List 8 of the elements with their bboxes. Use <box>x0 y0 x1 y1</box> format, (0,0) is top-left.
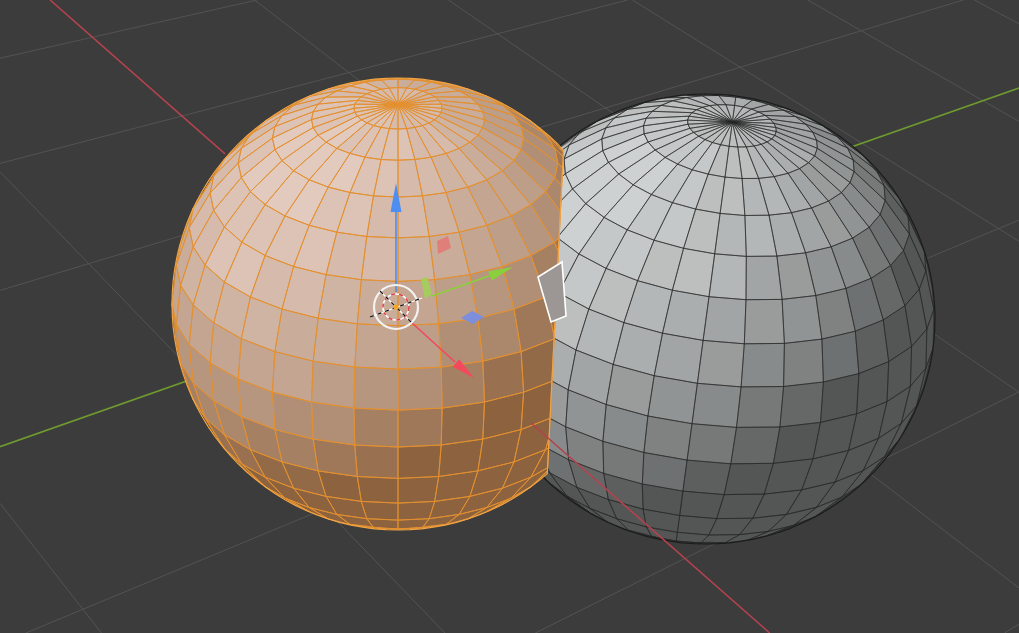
plane-handle-icon[interactable] <box>461 311 484 324</box>
origin-dot-icon <box>393 304 399 310</box>
move-arrow[interactable] <box>410 321 474 378</box>
crosshair-icon <box>369 283 423 331</box>
move-arrow[interactable] <box>390 183 402 293</box>
plane-handle-icon[interactable] <box>437 236 451 254</box>
plane-handle-icon[interactable] <box>421 277 432 299</box>
move-arrow[interactable] <box>431 267 513 297</box>
